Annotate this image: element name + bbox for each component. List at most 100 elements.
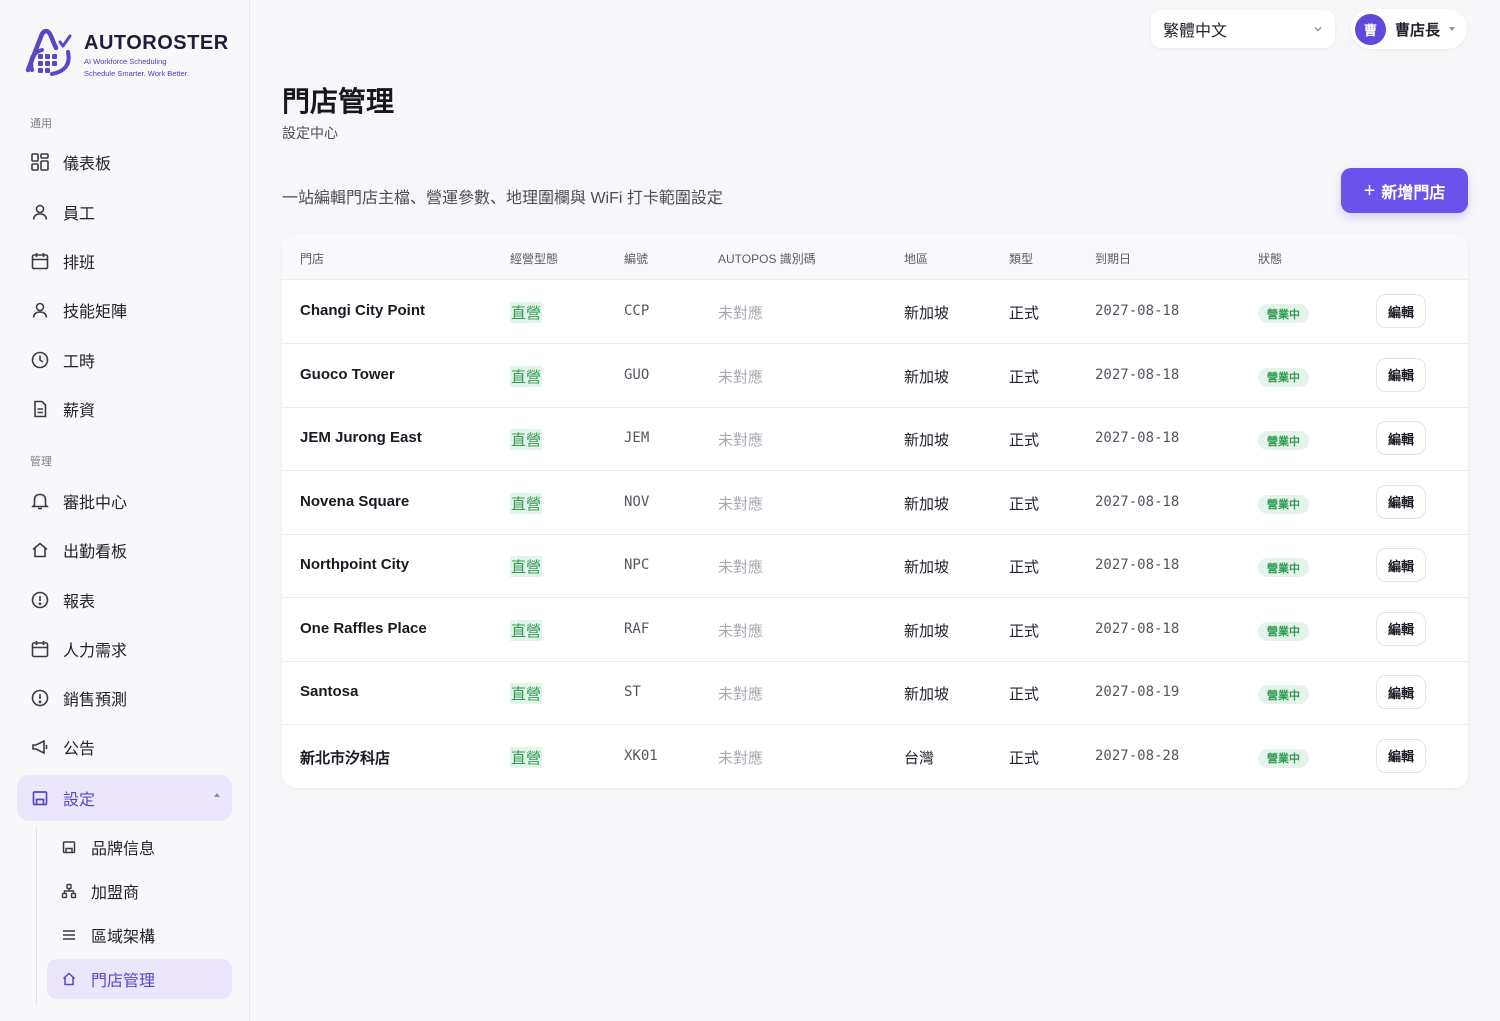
sidebar-item-staffing-demand[interactable]: 人力需求 [17, 627, 232, 671]
dashboard-icon [30, 152, 50, 172]
sidebar-item-payroll[interactable]: 薪資 [17, 387, 232, 431]
region: 新加坡 [904, 368, 950, 386]
table-row[interactable]: Novena Square 直營 NOV 未對應 新加坡 正式 2027-08-18 營業中 編… [282, 471, 1468, 535]
sidebar-item-label: 公告 [63, 741, 96, 758]
autopos-id: 未對應 [718, 305, 764, 322]
sidebar-subitem-label: 加盟商 [91, 885, 140, 902]
store-code: RAF [624, 620, 650, 637]
store-icon [30, 788, 50, 808]
store-kind: 正式 [1009, 495, 1040, 513]
status-badge: 營業中 [1258, 621, 1309, 641]
store-code: JEM [624, 430, 650, 446]
autopos-id: 未對應 [718, 495, 764, 513]
sidebar-item-label: 員工 [63, 206, 96, 223]
sidebar-item-schedule[interactable]: 排班 [17, 239, 232, 283]
expiry-date: 2027-08-18 [1095, 366, 1180, 383]
language-select-value: 繁體中文 [1163, 23, 1228, 40]
sidebar-item-label: 技能矩陣 [63, 304, 128, 321]
edit-button[interactable]: 編輯 [1376, 738, 1426, 773]
caret-down-icon [1449, 27, 1456, 31]
sidebar-subitem-store-management[interactable]: 門店管理 [47, 959, 232, 999]
operation-type: 直營 [510, 746, 543, 768]
column-header-code: 編號 [624, 252, 649, 266]
subtree-divider [36, 826, 37, 1006]
sidebar-subitem-brand-info[interactable]: 品牌信息 [47, 827, 232, 867]
edit-button[interactable]: 編輯 [1376, 421, 1426, 455]
edit-button[interactable]: 編輯 [1376, 548, 1426, 582]
chevron-up-icon [214, 793, 220, 797]
store-icon [61, 839, 77, 855]
table-row[interactable]: One Raffles Place 直營 RAF 未對應 新加坡 正式 2027-08-18… [282, 598, 1468, 662]
sidebar-item-announcements[interactable]: 公告 [17, 725, 232, 769]
table-row[interactable]: 新北市汐科店 直營 XK01 未對應 台灣 正式 2027-08-28 營業中 編輯 [282, 725, 1468, 789]
table-row[interactable]: Santosa 直營 ST 未對應 新加坡 正式 2027-08-19 營業中 編輯 [282, 661, 1468, 725]
edit-button[interactable]: 編輯 [1376, 357, 1426, 392]
sidebar-item-label: 出勤看板 [63, 544, 128, 561]
store-code: XK01 [624, 747, 658, 764]
brand-logo[interactable]: AUTOROSTER AI Workforce Scheduling Sched… [22, 26, 229, 79]
autopos-id: 未對應 [718, 368, 764, 386]
table-row[interactable]: Changi City Point 直營 CCP 未對應 新加坡 正式 2027-08-18… [282, 280, 1468, 344]
store-code: ST [624, 684, 641, 700]
store-name[interactable]: Northpoint City [300, 556, 409, 573]
edit-button[interactable]: 編輯 [1376, 484, 1426, 519]
column-header-operation-type: 經營型態 [510, 252, 559, 266]
store-code: CCP [624, 303, 650, 319]
store-name[interactable]: Guoco Tower [300, 366, 395, 383]
autopos-id: 未對應 [718, 432, 764, 449]
store-code: NPC [624, 557, 650, 573]
bell-icon [30, 491, 50, 511]
region: 台灣 [904, 749, 935, 767]
column-header-status: 狀態 [1258, 252, 1283, 266]
sidebar-item-hours[interactable]: 工時 [17, 338, 232, 382]
sidebar-item-sales-forecast[interactable]: 銷售預測 [17, 676, 232, 720]
sidebar-item-label: 排班 [63, 255, 96, 272]
sidebar-item-settings[interactable]: 設定 [17, 775, 232, 821]
store-name[interactable]: Novena Square [300, 493, 409, 510]
hierarchy-icon [61, 883, 77, 899]
operation-type: 直營 [510, 429, 543, 450]
sidebar-subitem-label: 品牌信息 [91, 841, 156, 858]
sidebar-item-reports[interactable]: 報表 [17, 578, 232, 622]
store-name[interactable]: 新北市汐科店 [300, 747, 390, 768]
add-store-button[interactable]: + 新增門店 [1341, 168, 1468, 213]
home-icon [30, 540, 50, 560]
region: 新加坡 [904, 432, 950, 449]
store-name[interactable]: One Raffles Place [300, 620, 427, 637]
expiry-date: 2027-08-18 [1095, 430, 1180, 446]
sidebar-item-approvals[interactable]: 審批中心 [17, 479, 232, 523]
language-select[interactable]: 繁體中文 [1151, 10, 1335, 48]
store-name[interactable]: Changi City Point [300, 302, 425, 319]
table-row[interactable]: Northpoint City 直營 NPC 未對應 新加坡 正式 2027-08-18 營業… [282, 534, 1468, 598]
brand-slogan: Schedule Smarter. Work Better. [84, 69, 189, 78]
sidebar-item-dashboard[interactable]: 儀表板 [17, 140, 232, 184]
sidebar-item-label: 報表 [63, 594, 96, 611]
edit-button[interactable]: 編輯 [1376, 294, 1426, 328]
autopos-id: 未對應 [718, 559, 764, 576]
table-row[interactable]: Guoco Tower 直營 GUO 未對應 新加坡 正式 2027-08-18 營業中 編輯 [282, 344, 1468, 408]
user-menu[interactable]: 曹 曹店長 [1351, 9, 1467, 49]
section-label-manage: 管理 [30, 456, 52, 468]
sidebar-subitem-region-structure[interactable]: 區域架構 [47, 915, 232, 955]
operation-type: 直營 [510, 556, 543, 577]
sidebar-subitem-franchisees[interactable]: 加盟商 [47, 871, 232, 911]
store-name[interactable]: JEM Jurong East [300, 429, 422, 446]
edit-button[interactable]: 編輯 [1376, 611, 1426, 646]
expiry-date: 2027-08-18 [1095, 303, 1180, 319]
chevron-down-icon [1314, 27, 1322, 32]
sidebar-subitem-label: 區域架構 [91, 929, 156, 946]
store-name[interactable]: Santosa [300, 683, 358, 700]
column-header-store: 門店 [300, 252, 325, 266]
sidebar-item-attendance-board[interactable]: 出勤看板 [17, 528, 232, 572]
edit-button[interactable]: 編輯 [1376, 675, 1426, 709]
sidebar-item-label: 工時 [63, 354, 96, 371]
megaphone-icon [30, 737, 50, 757]
column-header-region: 地區 [904, 252, 929, 266]
region: 新加坡 [904, 305, 950, 322]
table-row[interactable]: JEM Jurong East 直營 JEM 未對應 新加坡 正式 2027-08-18 營業… [282, 407, 1468, 471]
alert-circle-icon [30, 688, 50, 708]
sidebar-item-employees[interactable]: 員工 [17, 190, 232, 234]
page-description: 一站編輯門店主檔、營運參數、地理圍欄與 WiFi 打卡範圍設定 [282, 190, 723, 207]
store-kind: 正式 [1009, 432, 1040, 449]
sidebar-item-skill-matrix[interactable]: 技能矩陣 [17, 288, 232, 332]
